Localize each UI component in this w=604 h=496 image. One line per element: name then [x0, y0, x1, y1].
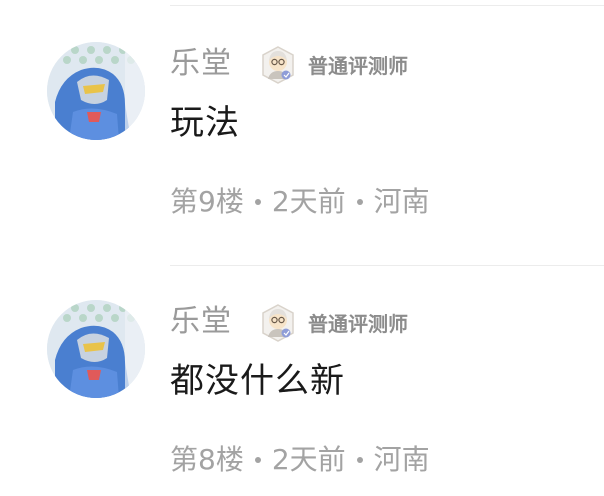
avatar-image [47, 42, 145, 140]
comment-meta: 第9楼 2天前 河南 [170, 180, 430, 224]
comment-item: 乐堂 普通评测师 都没什么新 第8楼 2天前 河南 [0, 258, 604, 496]
post-time: 2天前 [271, 185, 346, 218]
comment-list: 乐堂 普通评测师 玩法 第9楼 2天前 河南 乐堂 普通评测师 都没什么新 第8… [0, 0, 604, 496]
location: 河南 [373, 185, 430, 218]
post-time: 2天前 [271, 443, 346, 476]
separator-dot [356, 457, 363, 463]
username[interactable]: 乐堂 [170, 42, 232, 86]
comment-text: 玩法 [170, 103, 240, 143]
floor-number: 第9楼 [170, 185, 244, 218]
badge-label: 普通评测师 [308, 312, 408, 336]
avatar[interactable] [47, 300, 145, 398]
comment-meta: 第8楼 2天前 河南 [170, 438, 430, 482]
reviewer-badge-icon [258, 303, 298, 343]
comment-text: 都没什么新 [170, 361, 345, 401]
avatar-image [47, 300, 145, 398]
comment-item: 乐堂 普通评测师 玩法 第9楼 2天前 河南 [0, 0, 604, 255]
separator-dot [356, 199, 363, 205]
username[interactable]: 乐堂 [170, 300, 232, 344]
badge-label: 普通评测师 [308, 54, 408, 78]
separator-dot [254, 199, 261, 205]
location: 河南 [373, 443, 430, 476]
avatar[interactable] [47, 42, 145, 140]
floor-number: 第8楼 [170, 443, 244, 476]
separator-dot [254, 457, 261, 463]
reviewer-badge-icon [258, 45, 298, 85]
